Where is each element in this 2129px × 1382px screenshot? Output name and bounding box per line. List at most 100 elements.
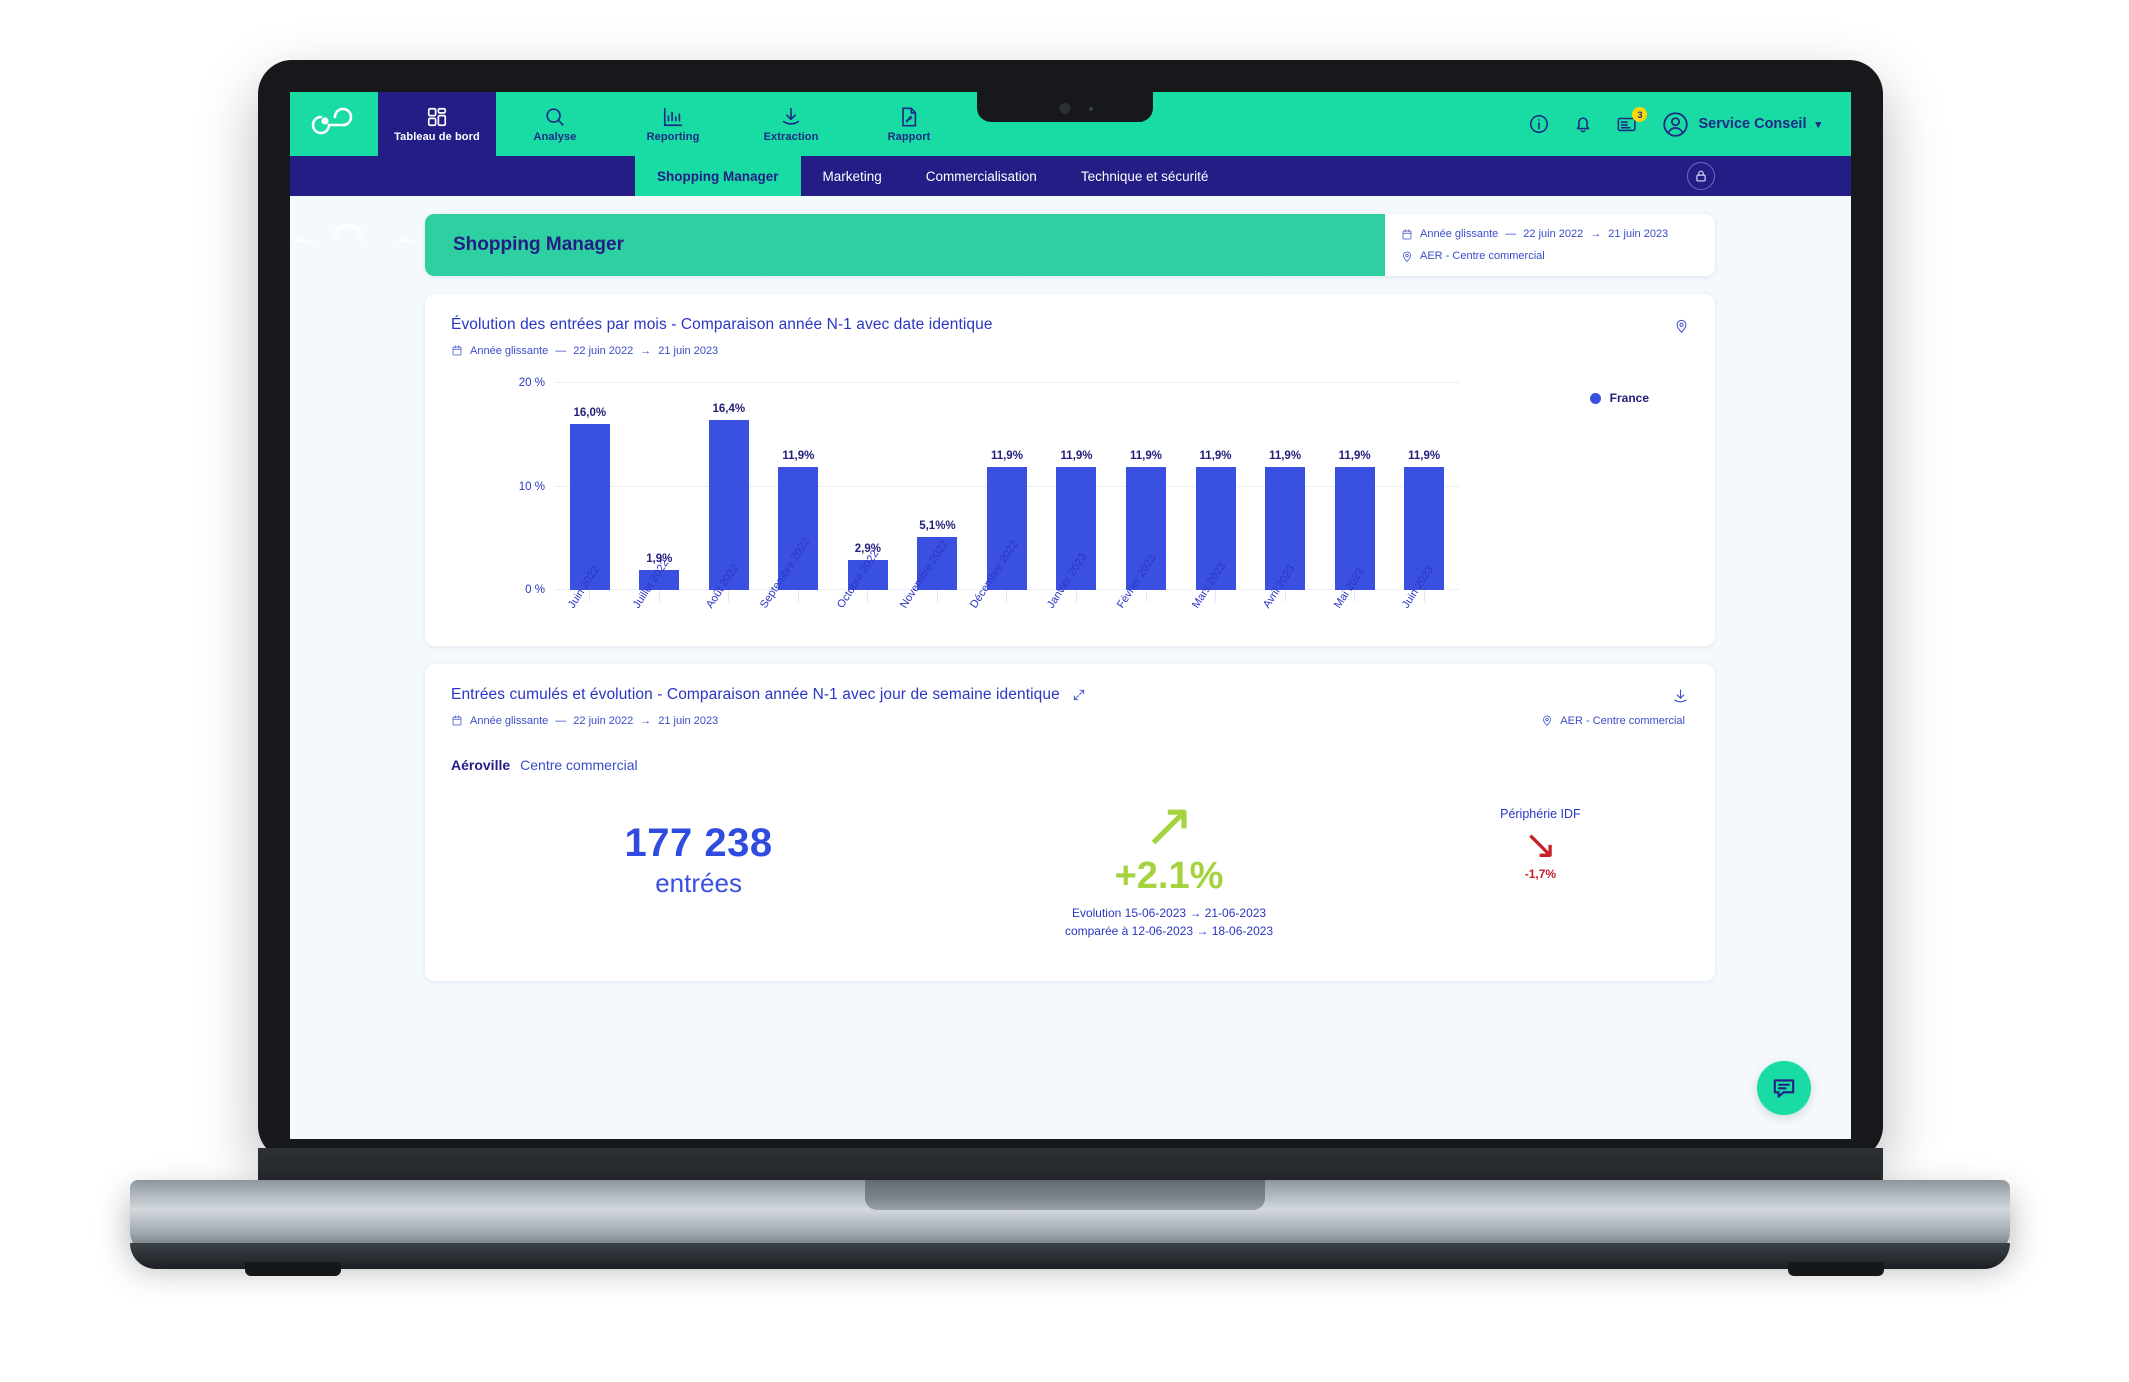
top-bar-actions: 3 Service Conseil ▾ [1528, 92, 1851, 156]
notifications-button[interactable] [1572, 113, 1594, 135]
kpi-total-unit: entrées [655, 868, 742, 898]
bar-chart: 0 % 10 % 20 % 16,0% Juin 2022 1,9% Juillet 202… [477, 377, 1689, 628]
chart-card-title: Évolution des entrées par mois - Compara… [451, 316, 993, 333]
screenshot-stage: Tableau de bord Analyse Reporting Extrac… [0, 0, 2129, 1382]
dash: — [555, 714, 567, 727]
x-axis-tick [658, 590, 660, 602]
x-axis-tick [936, 590, 938, 602]
chart-bar-group[interactable]: 11,9% Mai 2023 [1320, 383, 1390, 611]
kpi-card-meta: Année glissante — 22 juin 2022 → 21 juin… [451, 714, 1689, 727]
banner-period[interactable]: Année glissante — 22 juin 2022 → 21 juin… [1401, 228, 1715, 241]
tab-marketing[interactable]: Marketing [801, 156, 904, 196]
chart-bar-group[interactable]: 2,9% Octobre 2022 [833, 383, 903, 611]
chat-bubble-icon [1773, 1079, 1795, 1098]
kpi-period[interactable]: Année glissante — 22 juin 2022 → 21 juin… [451, 714, 718, 727]
lock-area [1687, 156, 1851, 196]
chart-bar-value-label: 11,9% [1269, 449, 1302, 462]
nav-label: Extraction [763, 130, 819, 143]
date-from: 22 juin 2022 [573, 344, 634, 357]
tab-commercialisation[interactable]: Commercialisation [904, 156, 1059, 196]
chart-bar-value-label: 11,9% [990, 449, 1023, 462]
chevron-down-icon: ▾ [1815, 118, 1821, 131]
nav-item-rapport[interactable]: Rapport [850, 92, 968, 156]
laptop-screen: Tableau de bord Analyse Reporting Extrac… [290, 92, 1851, 1139]
date-from: 22 juin 2022 [573, 714, 634, 727]
user-menu[interactable]: Service Conseil ▾ [1662, 111, 1821, 138]
brand-logo[interactable] [290, 92, 378, 156]
page-title: Shopping Manager [453, 234, 624, 255]
nav-item-reporting[interactable]: Reporting [614, 92, 732, 156]
map-pin-icon [1676, 319, 1687, 333]
tab-label: Shopping Manager [657, 168, 779, 184]
kpi-site-type: Centre commercial [520, 757, 638, 773]
chart-bar-group[interactable]: 11,9% Février 2023 [1111, 383, 1181, 611]
kpi-card-actions [1672, 688, 1689, 705]
tab-label: Technique et sécurité [1080, 168, 1209, 184]
main-content: Shopping Manager Année glissante — 22 ju… [290, 196, 1851, 981]
info-button[interactable] [1528, 113, 1550, 135]
chart-bar-value-label: 16,0% [573, 407, 607, 420]
qc-logo-icon [311, 107, 353, 135]
x-axis-tick [867, 590, 869, 602]
kpi-download-button[interactable] [1672, 688, 1689, 705]
chart-bar-group[interactable]: 11,9% Juin 2023 [1389, 383, 1459, 611]
x-axis-tick [797, 590, 799, 602]
chart-bar-group[interactable]: 11,9% Janvier 2023 [1042, 383, 1112, 611]
period-label: Année glissante [470, 714, 549, 727]
lock-icon [1696, 170, 1706, 182]
kpi-site-header: Aéroville Centre commercial [451, 757, 1689, 773]
tab-label: Commercialisation [925, 168, 1037, 184]
arrow-icon: → [640, 344, 652, 357]
period-label: Année glissante [1420, 228, 1499, 240]
chart-card: Évolution des entrées par mois - Compara… [425, 294, 1715, 646]
chart-bars: 16,0% Juin 2022 1,9% Juillet 2022 16,4% Août … [555, 383, 1459, 611]
banner-location[interactable]: AER - Centre commercial [1401, 250, 1715, 263]
chart-plot-area: 0 % 10 % 20 % 16,0% Juin 2022 1,9% Juillet 202… [519, 377, 1459, 611]
application-window: Tableau de bord Analyse Reporting Extrac… [290, 92, 1851, 1139]
nav-item-extraction[interactable]: Extraction [732, 92, 850, 156]
sub-navigation-bar: Shopping Manager Marketing Commercialisa… [290, 156, 1851, 196]
chart-period[interactable]: Année glissante — 22 juin 2022 → 21 juin… [451, 344, 1689, 357]
kpi-site-name: Aéroville [451, 757, 511, 773]
calendar-icon [452, 715, 462, 726]
nav-item-analyse[interactable]: Analyse [496, 92, 614, 156]
x-axis-tick [1215, 590, 1217, 602]
chart-bar-group[interactable]: 5,1%% Novembre 2022 [898, 383, 973, 611]
chart-card-actions [1674, 318, 1689, 334]
x-axis-tick [1075, 590, 1077, 602]
dashboard-grid-icon [427, 107, 447, 126]
tab-label: Marketing [822, 168, 882, 184]
chart-bar-group[interactable]: 11,9% Décembre 2022 [968, 383, 1042, 611]
tab-technique-et-securite[interactable]: Technique et sécurité [1059, 156, 1231, 196]
x-axis-tick [728, 590, 730, 602]
chart-bar-group[interactable]: 16,0% Juin 2022 [555, 383, 625, 611]
expand-button[interactable] [1072, 688, 1086, 702]
user-avatar-icon [1663, 111, 1689, 137]
date-from: 22 juin 2022 [1523, 228, 1584, 240]
chart-bar-group[interactable]: 16,4% Août 2022 [694, 383, 764, 611]
chart-location-button[interactable] [1674, 318, 1689, 334]
kpi-secondary-value: -1,7% [1524, 867, 1557, 881]
kpi-trend-note-2: comparée à 12-06-2023 → 18-06-2023 [1064, 924, 1274, 939]
x-axis-tick [1006, 590, 1008, 602]
chart-bar-group[interactable]: 11,9% Septembre 2022 [758, 383, 834, 611]
x-axis-tick [1284, 590, 1286, 602]
trend-up-arrow-icon: ↗ [1143, 791, 1195, 860]
nav-item-tableau-de-bord[interactable]: Tableau de bord [378, 92, 496, 156]
legend-label: France [1609, 391, 1649, 405]
y-axis-tick-label: 20 % [518, 377, 545, 389]
tab-shopping-manager[interactable]: Shopping Manager [635, 156, 801, 196]
chart-bar-value-label: 16,4% [712, 403, 746, 416]
chart-bar-group[interactable]: 11,9% Avril 2023 [1250, 383, 1320, 611]
dash: — [555, 344, 567, 357]
chart-bar-group[interactable]: 11,9% Mars 2023 [1181, 383, 1251, 611]
date-to: 21 juin 2023 [658, 714, 719, 727]
lock-button[interactable] [1687, 162, 1715, 190]
chart-bar-group[interactable]: 1,9% Juillet 2022 [625, 383, 695, 611]
kpi-location[interactable]: AER - Centre commercial [1541, 714, 1685, 727]
news-button[interactable]: 3 [1616, 107, 1648, 135]
x-axis-tick [1423, 590, 1425, 602]
chat-button[interactable] [1757, 1061, 1811, 1115]
location-label: AER - Centre commercial [1560, 714, 1685, 727]
laptop-foot-right [1788, 1262, 1884, 1276]
